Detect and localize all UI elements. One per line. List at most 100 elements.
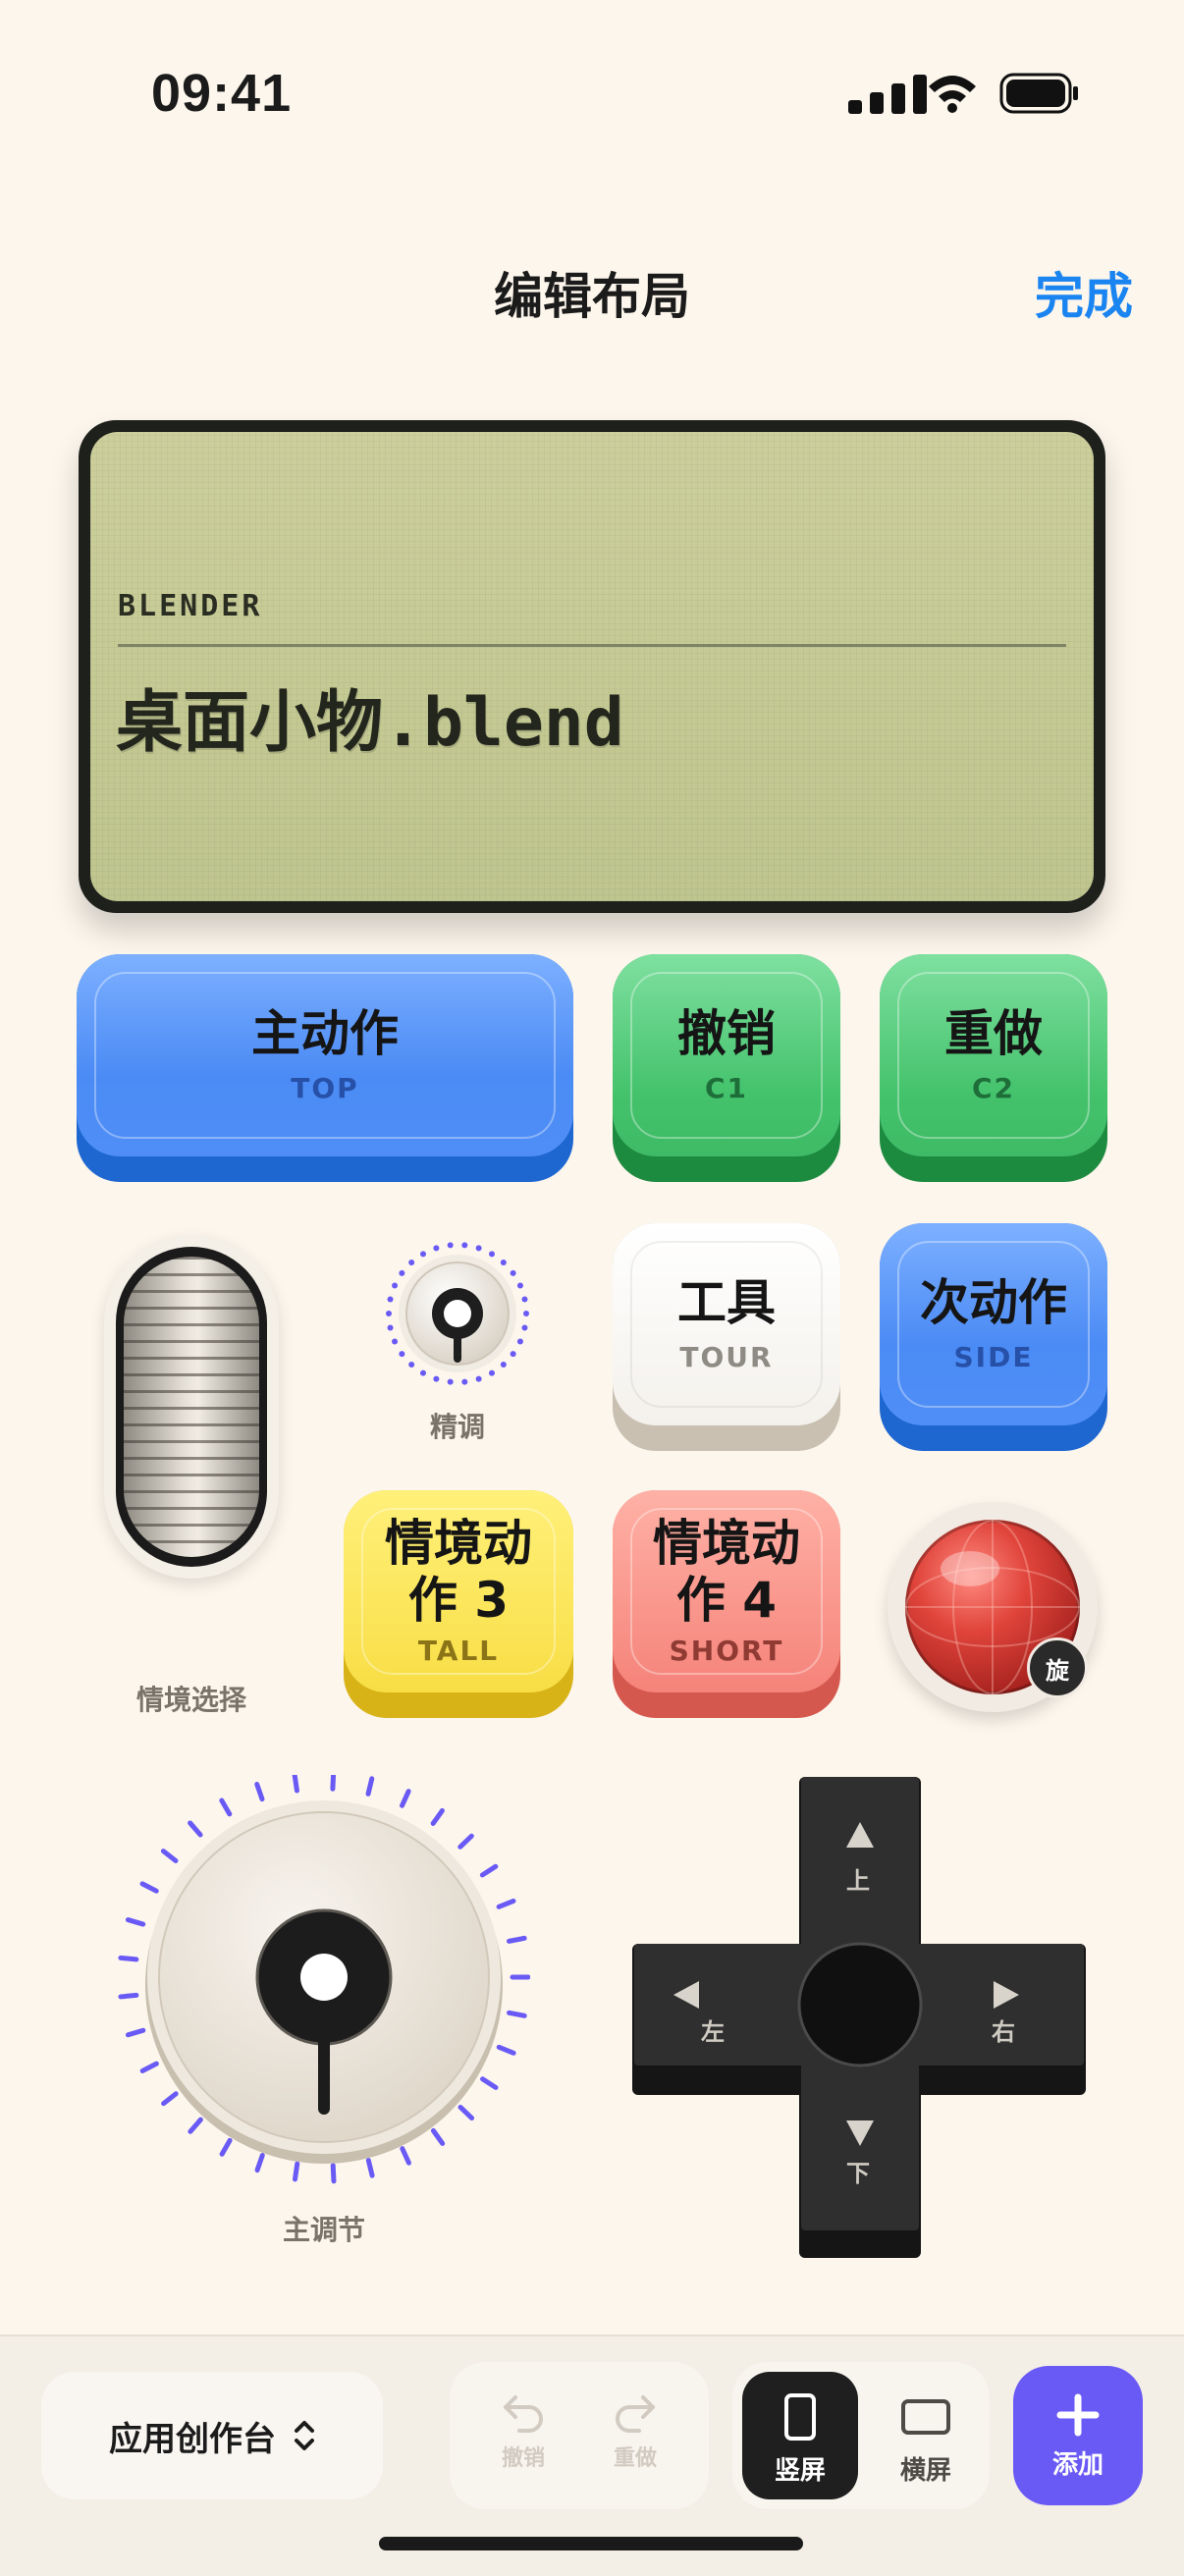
knob-tick xyxy=(408,1362,415,1368)
knob-tick xyxy=(433,1375,440,1382)
knob-tick xyxy=(392,1338,399,1345)
knob-tick xyxy=(125,1917,146,1927)
battery-icon xyxy=(999,73,1078,114)
toolbar-redo-label: 重做 xyxy=(613,2446,657,2471)
knob-tick xyxy=(457,2104,475,2121)
knob-tick xyxy=(139,2061,159,2073)
knob-tick xyxy=(254,1782,265,1802)
knob-tick xyxy=(507,2010,527,2018)
primary-action-key[interactable]: 主动作 TOP xyxy=(77,954,573,1182)
main-knob[interactable] xyxy=(118,1775,530,2187)
plus-icon xyxy=(1013,2386,1143,2444)
landscape-label: 横屏 xyxy=(899,2456,951,2486)
dpad-left-label: 左 xyxy=(701,2018,725,2046)
knob-tick xyxy=(510,1351,516,1358)
knob-tick xyxy=(219,2137,233,2157)
knob-tick xyxy=(430,1807,445,1826)
context-action-4-sub: SHORT xyxy=(669,1635,784,1667)
undo-key-sub: C1 xyxy=(704,1072,749,1105)
knob-tick xyxy=(400,1789,411,1808)
knob-tick xyxy=(292,2161,300,2182)
knob-tick xyxy=(489,1369,495,1376)
toolbar-undo-button[interactable]: 撤销 xyxy=(469,2386,577,2484)
knob-tick xyxy=(479,1863,499,1878)
portrait-label: 竖屏 xyxy=(774,2456,826,2486)
app-selector[interactable]: 应用创作台 xyxy=(41,2372,383,2499)
knob-tick xyxy=(506,1935,527,1944)
done-button[interactable]: 完成 xyxy=(1035,257,1133,328)
secondary-action-label: 次动作 xyxy=(920,1273,1067,1331)
knob-tick xyxy=(387,1296,394,1303)
display-file-name: 桌面小物.blend xyxy=(116,684,624,762)
main-knob-label: 主调节 xyxy=(282,2214,365,2246)
app-selector-label: 应用创作台 xyxy=(109,2419,276,2459)
fine-knob[interactable] xyxy=(383,1239,532,1388)
knob-tick xyxy=(125,2027,146,2038)
primary-action-sub: TOP xyxy=(291,1072,359,1105)
knob-tick xyxy=(447,1378,454,1385)
tool-key-sub: TOUR xyxy=(679,1341,774,1374)
knob-tick xyxy=(475,1245,482,1252)
knob-tick xyxy=(387,1324,394,1331)
portrait-icon xyxy=(784,2393,816,2441)
knob-tick xyxy=(523,1311,529,1316)
knob-tick xyxy=(516,1282,523,1289)
tool-key[interactable]: 工具 TOUR xyxy=(613,1223,840,1451)
knob-tick xyxy=(161,2091,179,2107)
secondary-action-sub: SIDE xyxy=(953,1341,1034,1374)
knob-tick xyxy=(386,1311,392,1316)
knob-tick xyxy=(516,1338,523,1345)
knob-tick xyxy=(160,1849,179,1863)
knob-tick xyxy=(292,1775,299,1794)
context-slider-label: 情境选择 xyxy=(135,1684,246,1716)
knob-tick xyxy=(330,2163,337,2184)
knob-tick xyxy=(430,2127,446,2146)
dpad-down-label: 下 xyxy=(846,2160,870,2187)
page-title: 编辑布局 xyxy=(494,268,690,325)
knob-tick xyxy=(475,1375,482,1382)
knob-tick xyxy=(461,1242,468,1249)
primary-action-label: 主动作 xyxy=(251,1004,399,1062)
secondary-action-key[interactable]: 次动作 SIDE xyxy=(880,1223,1107,1451)
toolbar-undo-label: 撤销 xyxy=(501,2446,545,2471)
redo-key-sub: C2 xyxy=(971,1072,1016,1105)
context-action-4-key[interactable]: 情境动 作 4 SHORT xyxy=(613,1490,840,1718)
knob-tick xyxy=(510,1269,516,1276)
knob-tick xyxy=(400,2146,411,2166)
knob-tick xyxy=(496,1898,516,1909)
redo-key[interactable]: 重做 C2 xyxy=(880,954,1107,1182)
knob-tick xyxy=(139,1881,159,1894)
knob-tick xyxy=(457,1833,474,1850)
undo-icon xyxy=(504,2395,543,2433)
knob-tick xyxy=(420,1251,426,1258)
add-label: 添加 xyxy=(1051,2450,1103,2480)
knob-tick xyxy=(408,1259,415,1265)
knob-tick xyxy=(496,2044,516,2056)
history-group: 撤销 重做 xyxy=(450,2362,709,2509)
knob-tick xyxy=(330,1775,337,1792)
trackball-rotate-badge: 旋 xyxy=(1027,1637,1088,1698)
context-slider-grip[interactable] xyxy=(124,1257,259,1557)
knob-tick xyxy=(500,1259,507,1265)
portrait-button[interactable]: 竖屏 xyxy=(742,2372,858,2499)
display-app-name: BLENDER xyxy=(118,589,263,623)
undo-key-label: 撤销 xyxy=(677,1004,776,1062)
add-button[interactable]: 添加 xyxy=(1013,2366,1143,2505)
context-action-3-key[interactable]: 情境动 作 3 TALL xyxy=(344,1490,573,1718)
knob-tick xyxy=(365,1776,375,1797)
dpad-up-label: 上 xyxy=(846,1867,870,1895)
knob-tick xyxy=(447,1242,454,1249)
redo-key-label: 重做 xyxy=(944,1004,1043,1062)
orientation-segmented: 竖屏 横屏 xyxy=(732,2362,990,2509)
undo-key[interactable]: 撤销 C1 xyxy=(613,954,840,1182)
toolbar-redo-button[interactable]: 重做 xyxy=(581,2386,689,2484)
home-indicator xyxy=(379,2537,803,2550)
knob-tick xyxy=(500,1362,507,1368)
landscape-button[interactable]: 横屏 xyxy=(868,2372,984,2499)
knob-tick xyxy=(118,1992,139,2000)
display-screen[interactable] xyxy=(90,432,1094,901)
fine-knob-label: 精调 xyxy=(429,1411,485,1443)
knob-tick xyxy=(489,1251,495,1258)
knob-tick xyxy=(480,2076,499,2090)
landscape-icon xyxy=(901,2399,950,2435)
